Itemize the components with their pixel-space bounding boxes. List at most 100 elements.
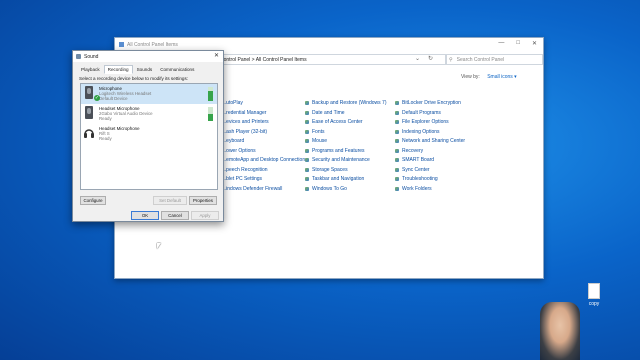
device-status: Ready — [99, 136, 112, 142]
window-controls: — □ ✕ — [498, 40, 537, 47]
control-panel-item-label: Sync Center — [402, 166, 430, 173]
search-input[interactable]: ⚲ Search Control Panel — [445, 54, 543, 65]
set-default-button[interactable]: Set Default — [153, 196, 187, 205]
device-item-headset-microphone[interactable]: Headset Microphone 2Gabo Virtual Audio D… — [81, 104, 217, 124]
control-panel-item-label: Troubleshooting — [402, 176, 438, 182]
sound-dialog-title: Sound — [84, 53, 99, 60]
control-panel-item-label: Indexing Options — [402, 128, 440, 135]
control-panel-item[interactable]: Ease of Access Center — [305, 119, 363, 125]
level-meter-fill — [208, 114, 213, 121]
control-panel-item[interactable]: Mouse — [305, 138, 327, 144]
control-panel-item-label: ...evices and Printers — [222, 119, 269, 125]
control-panel-item-label: Windows To Go — [312, 185, 347, 192]
control-panel-item-label: File Explorer Options — [402, 119, 449, 125]
configure-button[interactable]: Configure — [80, 196, 106, 205]
device-item-microphone[interactable]: ✓ Microphone Logitech Wireless Headset D… — [81, 84, 217, 104]
maximize-icon[interactable]: □ — [516, 40, 520, 47]
control-panel-item-icon — [305, 129, 309, 134]
microphone-icon: ✓ — [84, 86, 100, 101]
close-icon[interactable]: ✕ — [532, 40, 537, 47]
desktop: { "control_panel": { "title": "All Contr… — [0, 0, 640, 360]
control-panel-item-icon — [305, 148, 309, 153]
mouse-pointer-icon — [157, 243, 161, 249]
sound-dialog: Sound ✕ Playback Recording Sounds Commun… — [72, 50, 224, 222]
tab-communications[interactable]: Communications — [156, 65, 198, 74]
control-panel-item-label: ...utoPlay — [222, 100, 243, 106]
minimize-icon[interactable]: — — [498, 40, 504, 47]
control-panel-item[interactable]: Work Folders — [395, 186, 432, 192]
control-panel-item-label: Ease of Access Center — [312, 119, 363, 125]
control-panel-item-label: Security and Maintenance — [312, 157, 370, 163]
control-panel-item-icon — [305, 177, 309, 181]
control-panel-item-label: Programs and Features — [312, 147, 365, 154]
control-panel-item[interactable]: Default Programs — [395, 110, 441, 116]
control-panel-item-icon — [305, 120, 309, 124]
device-status: Ready — [99, 116, 112, 122]
address-text: Control Panel > All Control Panel Items — [220, 56, 307, 63]
control-panel-item-label: Storage Spaces — [312, 166, 348, 173]
control-panel-item-label: SMART Board — [402, 157, 435, 163]
control-panel-item-icon — [395, 110, 399, 115]
refresh-icon[interactable]: ↻ — [428, 55, 433, 62]
level-meter-fill — [208, 91, 213, 101]
control-panel-item[interactable]: Fonts — [305, 129, 325, 135]
desktop-file-label: copy — [588, 301, 600, 307]
control-panel-item-label: ...eyboard — [222, 138, 245, 144]
control-panel-item-icon — [305, 158, 309, 162]
control-panel-item-label: Taskbar and Navigation — [312, 176, 365, 182]
default-check-icon: ✓ — [94, 95, 100, 101]
control-panel-item-label: Backup and Restore (Windows 7) — [312, 100, 387, 106]
control-panel-item-label: Recovery — [402, 147, 424, 154]
apply-button[interactable]: Apply — [191, 211, 219, 220]
file-icon — [588, 283, 600, 299]
control-panel-item[interactable]: Sync Center — [395, 167, 430, 173]
control-panel-item[interactable]: ...emoteApp and Desktop Connections — [215, 157, 308, 163]
microphone-icon — [84, 106, 94, 120]
control-panel-item-icon — [395, 120, 399, 124]
control-panel-item-icon — [305, 186, 309, 191]
control-panel-item-label: ...peech Recognition — [222, 166, 268, 173]
control-panel-item[interactable]: Backup and Restore (Windows 7) — [305, 100, 386, 106]
control-panel-item[interactable]: Network and Sharing Center — [395, 138, 465, 144]
control-panel-item[interactable]: Programs and Features — [305, 148, 365, 154]
properties-button[interactable]: Properties — [189, 196, 217, 205]
dropdown-chevron-icon[interactable]: ⌄ — [415, 55, 420, 62]
sound-dialog-titlebar: Sound — [73, 51, 223, 62]
control-panel-item[interactable]: Date and Time — [305, 110, 345, 116]
control-panel-item-label: ...redential Manager — [222, 109, 267, 116]
control-panel-item-icon — [305, 110, 309, 115]
control-panel-item[interactable]: File Explorer Options — [395, 119, 449, 125]
webcam-overlay — [540, 302, 580, 360]
control-panel-item-label: Network and Sharing Center — [402, 138, 466, 144]
control-panel-item[interactable]: Taskbar and Navigation — [305, 176, 364, 182]
view-by-label: View by: — [461, 74, 480, 80]
ok-button[interactable]: OK — [131, 211, 159, 220]
control-panel-item[interactable]: ...indows Defender Firewall — [215, 186, 282, 192]
speaker-icon — [76, 54, 81, 59]
control-panel-item[interactable]: Recovery — [395, 148, 423, 154]
control-panel-item-icon — [395, 167, 399, 172]
control-panel-item[interactable]: Windows To Go — [305, 186, 347, 192]
control-panel-title: All Control Panel Items — [127, 41, 178, 48]
tab-playback[interactable]: Playback — [77, 65, 104, 74]
search-icon: ⚲ — [449, 56, 453, 63]
control-panel-item[interactable]: SMART Board — [395, 157, 434, 163]
cancel-button[interactable]: Cancel — [161, 211, 189, 220]
control-panel-icon — [119, 42, 124, 47]
address-bar[interactable]: Control Panel > All Control Panel Items — [215, 54, 447, 65]
control-panel-item-label: Fonts — [312, 128, 325, 135]
desktop-file[interactable]: copy — [584, 283, 604, 307]
tab-sounds[interactable]: Sounds — [133, 65, 157, 74]
close-icon[interactable]: ✕ — [214, 52, 219, 59]
control-panel-item-icon — [395, 101, 399, 105]
view-by-select[interactable]: Small icons ▾ — [487, 74, 516, 80]
tab-recording[interactable]: Recording — [103, 65, 133, 74]
control-panel-item[interactable]: Troubleshooting — [395, 176, 438, 182]
control-panel-item-label: Work Folders — [402, 185, 432, 192]
control-panel-item[interactable]: Security and Maintenance — [305, 157, 370, 163]
control-panel-item-label: ...blet PC Settings — [222, 176, 263, 182]
control-panel-item[interactable]: Indexing Options — [395, 129, 440, 135]
control-panel-item[interactable]: BitLocker Drive Encryption — [395, 100, 461, 106]
control-panel-item[interactable]: Storage Spaces — [305, 167, 348, 173]
device-item-headset-microphone-rift[interactable]: Headset Microphone Rift S Ready — [81, 124, 217, 144]
